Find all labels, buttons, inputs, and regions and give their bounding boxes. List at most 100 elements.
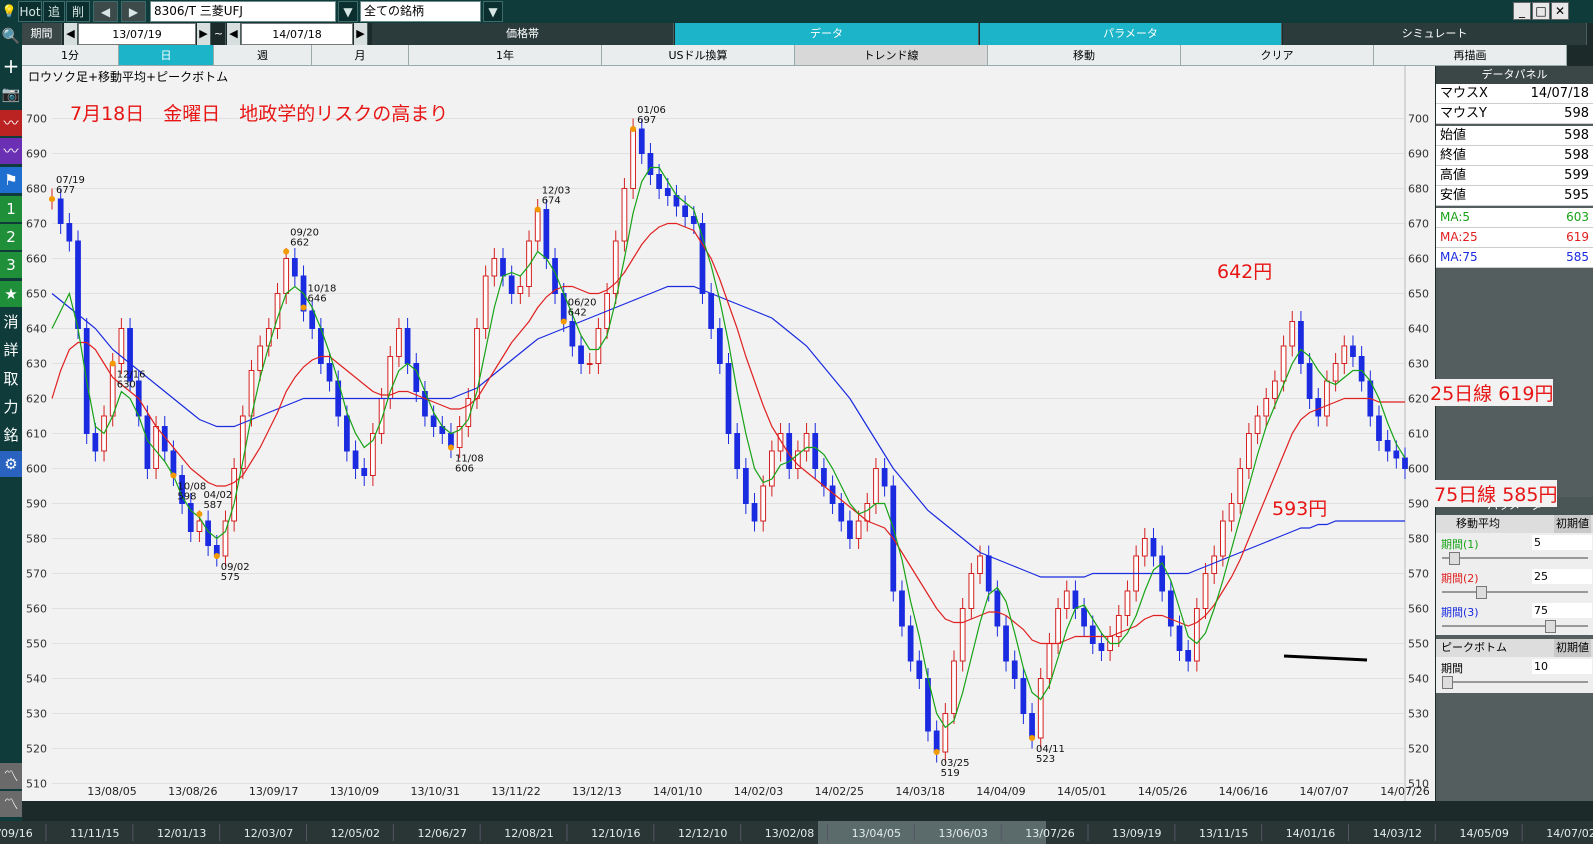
param-slider-track[interactable] bbox=[1442, 591, 1588, 593]
usd-convert-button[interactable]: USドル換算 bbox=[602, 45, 795, 66]
peak-marker bbox=[560, 318, 567, 325]
period-label: 期間 bbox=[22, 23, 62, 45]
param-slider-handle[interactable] bbox=[1448, 552, 1460, 565]
mini-chart-purple-icon[interactable]: 〽 bbox=[0, 791, 22, 817]
to-date-input[interactable]: 14/07/18 bbox=[241, 23, 353, 45]
maximize-icon[interactable]: □ bbox=[1532, 2, 1550, 20]
interval-day-button[interactable]: 日 bbox=[119, 45, 214, 66]
trade-button[interactable]: 取 bbox=[0, 366, 22, 392]
detail-button[interactable]: 詳 bbox=[0, 337, 22, 363]
search-icon[interactable]: 🔍 bbox=[0, 23, 22, 49]
note-ma25: 25日線 619円 bbox=[1430, 379, 1554, 406]
param-slider-track[interactable] bbox=[1442, 625, 1588, 627]
y-tick-right: 570 bbox=[1408, 568, 1429, 581]
from-prev-icon[interactable]: ◀ bbox=[64, 23, 78, 45]
trendline-button[interactable]: トレンド線 bbox=[795, 45, 988, 66]
tool-1-button[interactable]: 1 bbox=[0, 196, 22, 222]
tab-price-band[interactable]: 価格帯 bbox=[372, 23, 674, 45]
note-593: 593円 bbox=[1272, 498, 1328, 520]
data-row: 安値 595 bbox=[1436, 186, 1593, 206]
interval-week-button[interactable]: 週 bbox=[214, 45, 312, 66]
data-row: マウスX 14/07/18 bbox=[1436, 84, 1593, 104]
peak-value-label: 646 bbox=[308, 294, 327, 305]
candle-body bbox=[1098, 643, 1105, 651]
pb-period-input[interactable]: 10 bbox=[1532, 659, 1592, 674]
pb-reset-button[interactable]: 初期値 bbox=[1554, 639, 1591, 657]
bulb-icon[interactable]: 💡 bbox=[0, 1, 18, 22]
from-date-input[interactable]: 13/07/19 bbox=[78, 23, 196, 45]
to-prev-icon[interactable]: ◀ bbox=[227, 23, 241, 45]
bottom-date-label: 13/02/08 bbox=[765, 827, 814, 840]
interval-month-button[interactable]: 月 bbox=[312, 45, 409, 66]
candle-body bbox=[326, 363, 333, 382]
crosshair-icon[interactable]: + bbox=[0, 53, 22, 79]
stock-button[interactable]: 銘 bbox=[0, 422, 22, 448]
move-button[interactable]: 移動 bbox=[988, 45, 1181, 66]
prev-arrow-icon[interactable]: ◀ bbox=[93, 1, 118, 22]
y-tick-right: 600 bbox=[1408, 463, 1429, 476]
erase-button[interactable]: 消 bbox=[0, 309, 22, 335]
bottom-date-label: 14/03/12 bbox=[1373, 827, 1422, 840]
delete-button[interactable]: 削 bbox=[66, 1, 90, 22]
peak-value-label: 697 bbox=[637, 115, 656, 126]
universe-select[interactable]: 全ての銘柄 bbox=[360, 1, 481, 22]
power-button[interactable]: 力 bbox=[0, 394, 22, 420]
param-slider-handle[interactable] bbox=[1476, 586, 1488, 599]
x-tick-label: 14/07/26 bbox=[1380, 785, 1429, 798]
tab-simulate[interactable]: シミュレート bbox=[1283, 23, 1587, 45]
interval-1min-button[interactable]: 1分 bbox=[22, 45, 119, 66]
ma-row-key: MA:5 bbox=[1440, 210, 1471, 224]
gear-icon[interactable]: ⚙ bbox=[0, 451, 22, 477]
candle-body bbox=[92, 433, 99, 452]
x-tick-label: 13/12/13 bbox=[572, 785, 621, 798]
add-button[interactable]: 追 bbox=[43, 1, 65, 22]
ma-reset-button[interactable]: 初期値 bbox=[1554, 515, 1591, 533]
pb-slider-track[interactable] bbox=[1442, 681, 1588, 683]
y-tick-right: 620 bbox=[1408, 393, 1429, 406]
param-input[interactable]: 25 bbox=[1532, 569, 1592, 584]
y-tick-right: 580 bbox=[1408, 533, 1429, 546]
universe-dropdown-icon[interactable]: ▼ bbox=[483, 1, 503, 22]
param-label: 期間(3) bbox=[1441, 606, 1479, 619]
next-arrow-icon[interactable]: ▶ bbox=[121, 1, 146, 22]
param-slider-handle[interactable] bbox=[1544, 620, 1556, 633]
data-row-value: 595 bbox=[1564, 188, 1589, 203]
tool-3-button[interactable]: 3 bbox=[0, 252, 22, 278]
param-input[interactable]: 75 bbox=[1532, 603, 1592, 618]
candle-body bbox=[1063, 590, 1070, 609]
pb-slider-handle[interactable] bbox=[1442, 676, 1453, 689]
symbol-input[interactable]: 8306/T 三菱UFJ bbox=[150, 1, 336, 22]
camera-icon[interactable]: 📷 bbox=[0, 81, 22, 107]
candle-body bbox=[760, 485, 767, 522]
data-row-key: マウスX bbox=[1440, 86, 1488, 101]
star-button[interactable]: ★ bbox=[0, 281, 22, 307]
peak-marker bbox=[170, 472, 177, 479]
from-next-icon[interactable]: ▶ bbox=[197, 23, 211, 45]
y-tick-left: 640 bbox=[26, 323, 47, 336]
hot-button[interactable]: Hot bbox=[18, 1, 42, 22]
redraw-button[interactable]: 再描画 bbox=[1374, 45, 1567, 66]
bottom-strip-svg: 11/09/16 11/11/15 12/01/13 12/03/07 12/05/02… bbox=[0, 821, 1593, 844]
multi-line-icon[interactable]: 〰 bbox=[0, 138, 22, 164]
flag-icon[interactable]: ⚑ bbox=[0, 167, 22, 193]
minimize-icon[interactable]: _ bbox=[1513, 2, 1531, 20]
mini-chart-red-icon[interactable]: 〽 bbox=[0, 763, 22, 789]
y-tick-left: 560 bbox=[26, 603, 47, 616]
interval-1year-button[interactable]: 1年 bbox=[409, 45, 602, 66]
tab-parameter[interactable]: パラメータ bbox=[980, 23, 1282, 45]
param-input[interactable]: 5 bbox=[1532, 535, 1592, 550]
tool-2-button[interactable]: 2 bbox=[0, 224, 22, 250]
symbol-dropdown-icon[interactable]: ▼ bbox=[338, 1, 358, 22]
candlestick-chart[interactable]: 510 520 530 540 550 560 570 580 590 600 610 620 630 6… bbox=[22, 66, 1558, 801]
bottom-date-label: 11/09/16 bbox=[0, 827, 33, 840]
param-slider-track[interactable] bbox=[1442, 557, 1588, 559]
to-next-icon[interactable]: ▶ bbox=[354, 23, 368, 45]
clear-button[interactable]: クリア bbox=[1181, 45, 1374, 66]
tab-data[interactable]: データ bbox=[675, 23, 979, 45]
line-chart-icon[interactable]: 〰 bbox=[0, 110, 22, 136]
close-icon[interactable]: ✕ bbox=[1551, 2, 1569, 20]
bottom-date-strip[interactable]: 11/09/16 11/11/15 12/01/13 12/03/07 12/05/02… bbox=[0, 821, 1593, 844]
candle-body bbox=[430, 415, 437, 427]
bottom-date-label: 13/11/15 bbox=[1199, 827, 1248, 840]
candle-body bbox=[690, 216, 697, 224]
